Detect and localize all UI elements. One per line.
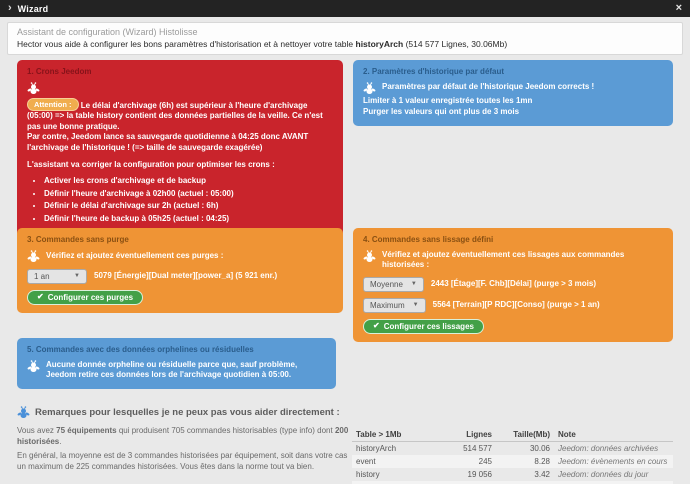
titlebar: › Wizard × [0, 0, 690, 17]
intro-card: Assistant de configuration (Wizard) Hist… [7, 22, 683, 55]
bee-icon [363, 82, 376, 95]
list-item: Définir l'heure de backup à 05h25 (actue… [44, 214, 333, 225]
table-header-row: Table > 1Mb Lignes Taille(Mb) Note [352, 428, 673, 442]
remarks-section: Remarques pour lesquelles je ne peux pas… [17, 406, 349, 475]
lissage-method-select[interactable]: Maximum▼ [363, 298, 426, 313]
crons-warning: Attention : Le délai d'archivage (6h) es… [27, 98, 333, 154]
defaults-line2: Limiter à 1 valeur enregistrée toutes le… [363, 96, 663, 107]
lissage-command-row: Maximum▼ 5564 [Terrain][P RDC][Conso] (p… [363, 298, 663, 313]
panel-lissage-title: 4. Commandes sans lissage défini [363, 235, 663, 246]
close-icon[interactable]: × [676, 3, 682, 14]
table-name-bold: historyArch [356, 39, 404, 49]
chevron-down-icon: ▼ [411, 281, 417, 287]
check-icon: ✔ [37, 293, 44, 301]
panel-purge-title: 3. Commandes sans purge [27, 235, 333, 246]
defaults-line3: Purger les valeurs qui ont plus de 3 moi… [363, 107, 663, 118]
purge-intro: Vérifiez et ajoutez éventuellement ces p… [27, 250, 333, 263]
crons-assistant-line: L'assistant va corriger la configuration… [27, 160, 333, 171]
window-title: Wizard [18, 4, 49, 14]
purge-duration-select[interactable]: 1 an▼ [27, 269, 87, 284]
purge-command-row: 1 an▼ 5079 [Énergie][Dual meter][power_a… [27, 269, 333, 284]
panel-history-defaults: 2. Paramètres d'historique par défaut Pa… [353, 60, 673, 126]
lissage-method-select[interactable]: Moyenne▼ [363, 277, 424, 292]
lissage-command-label: 2443 [Étage][F. Chb][Délai] (purge > 3 m… [431, 279, 596, 289]
bee-icon [27, 82, 40, 95]
column-header: Note [554, 428, 673, 442]
column-header: Taille(Mb) [496, 428, 554, 442]
crons-actions-list: Activer les crons d'archivage et de back… [27, 176, 333, 225]
remarks-heading: Remarques pour lesquelles je ne peux pas… [17, 406, 349, 419]
lissage-intro: Vérifiez et ajoutez éventuellement ces l… [363, 250, 663, 271]
bee-icon [27, 360, 40, 373]
column-header: Lignes [440, 428, 496, 442]
panel-orphans-title: 5. Commandes avec des données orphelines… [27, 345, 326, 356]
bee-icon [27, 250, 40, 263]
orphans-text: Aucune donnée orpheline ou résiduelle pa… [27, 360, 326, 381]
database-size-table: Table > 1Mb Lignes Taille(Mb) Note histo… [352, 428, 673, 484]
configure-smoothings-button[interactable]: ✔Configurer ces lissages [363, 319, 484, 334]
table-row: event 245 8.28 Jeedom: évènements en cou… [352, 455, 673, 468]
panel-orphan-data: 5. Commandes avec des données orphelines… [17, 338, 336, 389]
defaults-line1: Paramètres par défaut de l'historique Je… [363, 82, 663, 95]
purge-command-label: 5079 [Énergie][Dual meter][power_a] (5 9… [94, 271, 277, 281]
chevron-right-icon: › [8, 3, 12, 14]
chevron-down-icon: ▼ [74, 273, 80, 279]
list-item: Définir le délai d'archivage sur 2h (act… [44, 201, 333, 212]
column-header: Table > 1Mb [352, 428, 440, 442]
chevron-down-icon: ▼ [413, 302, 419, 308]
panel-commands-without-purge: 3. Commandes sans purge Vérifiez et ajou… [17, 228, 343, 313]
check-icon: ✔ [373, 322, 380, 330]
intro-title: Assistant de configuration (Wizard) Hist… [17, 27, 673, 37]
attention-badge: Attention : [27, 98, 79, 111]
panel-defaults-title: 2. Paramètres d'historique par défaut [363, 67, 663, 78]
remarks-paragraph-1: Vous avez 75 équipements qui produisent … [17, 425, 349, 447]
configure-purges-button[interactable]: ✔Configurer ces purges [27, 290, 143, 305]
list-item: Définir l'heure d'archivage à 02h00 (act… [44, 189, 333, 200]
table-row: history 19 056 3.42 Jeedom: données du j… [352, 468, 673, 481]
lissage-command-row: Moyenne▼ 2443 [Étage][F. Chb][Délai] (pu… [363, 277, 663, 292]
wizard-window: › Wizard × Assistant de configuration (W… [0, 0, 690, 484]
panel-crons-jeedom: 1. Crons Jeedom Attention : Le délai d'a… [17, 60, 343, 256]
panel-commands-without-smoothing: 4. Commandes sans lissage défini Vérifie… [353, 228, 673, 342]
bee-icon [17, 406, 30, 419]
remarks-paragraph-2: En général, la moyenne est de 3 commande… [17, 450, 349, 472]
list-item: Activer les crons d'archivage et de back… [44, 176, 333, 187]
bee-icon [363, 250, 376, 263]
lissage-command-label: 5564 [Terrain][P RDC][Conso] (purge > 1 … [433, 300, 600, 310]
panel-crons-title: 1. Crons Jeedom [27, 67, 333, 78]
table-row: historyArch 514 577 30.06 Jeedom: donnée… [352, 442, 673, 456]
intro-line: Hector vous aide à configurer les bons p… [17, 39, 673, 49]
